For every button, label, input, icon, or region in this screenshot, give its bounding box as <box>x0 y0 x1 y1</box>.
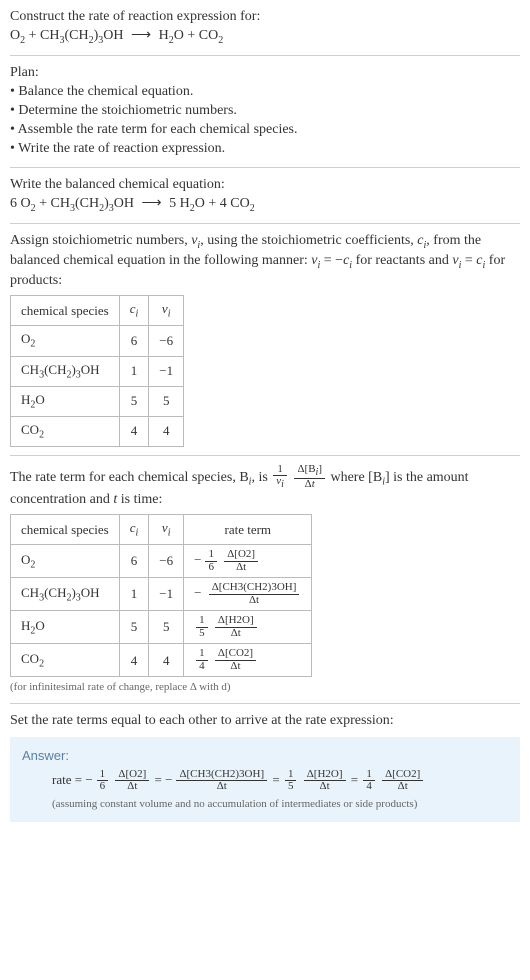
reaction-arrow: ⟶ <box>131 28 151 43</box>
balanced-section: Write the balanced chemical equation: 6 … <box>10 176 520 215</box>
frac-dBi-dt: Δ[Bi]Δt <box>294 464 325 491</box>
cell-species: CO2 <box>11 416 120 446</box>
frac-one-over-nu: 1νi <box>273 464 287 491</box>
cell-c: 1 <box>119 356 149 386</box>
table-row: CO2 4 4 14 Δ[CO2]Δt <box>11 644 312 677</box>
cell-nu: −1 <box>149 578 184 611</box>
plan-bullet-1: • Balance the chemical equation. <box>10 83 520 102</box>
cell-species: H2O <box>11 611 120 644</box>
final-line: Set the rate terms equal to each other t… <box>10 712 520 731</box>
reaction-arrow: ⟶ <box>142 196 162 211</box>
table-row: O2 6 −6 −16 Δ[O2]Δt <box>11 545 312 578</box>
table-row: H2O 5 5 <box>11 386 184 416</box>
stoich-intro: Assign stoichiometric numbers, νi, using… <box>10 232 520 291</box>
cell-nu: −1 <box>149 356 184 386</box>
cell-rate-term: − Δ[CH3(CH2)3OH]Δt <box>184 578 312 611</box>
col-rate-term: rate term <box>184 514 312 544</box>
cell-c: 4 <box>119 416 149 446</box>
table-row: CH3(CH2)3OH 1 −1 <box>11 356 184 386</box>
plan-bullet-2: • Determine the stoichiometric numbers. <box>10 102 520 121</box>
table-row: O2 6 −6 <box>11 326 184 356</box>
stoich-section: Assign stoichiometric numbers, νi, using… <box>10 232 520 447</box>
col-species: chemical species <box>11 514 120 544</box>
plan-bullet-4: • Write the rate of reaction expression. <box>10 140 520 159</box>
cell-nu: 4 <box>149 644 184 677</box>
divider <box>10 455 520 456</box>
answer-box: Answer: rate = −16 Δ[O2]Δt = −Δ[CH3(CH2)… <box>10 737 520 821</box>
species-H2O: H2O <box>180 196 205 211</box>
plan-section: Plan: • Balance the chemical equation. •… <box>10 64 520 158</box>
species-CO2: CO2 <box>199 28 223 43</box>
cell-c: 5 <box>119 611 149 644</box>
col-nui: νi <box>149 296 184 326</box>
cell-rate-term: −16 Δ[O2]Δt <box>184 545 312 578</box>
cell-species: CH3(CH2)3OH <box>11 578 120 611</box>
plan-bullet-3: • Assemble the rate term for each chemic… <box>10 121 520 140</box>
prompt-line1: Construct the rate of reaction expressio… <box>10 8 520 27</box>
col-species: chemical species <box>11 296 120 326</box>
stoich-table: chemical species ci νi O2 6 −6 CH3(CH2)3… <box>10 295 184 446</box>
col-ci: ci <box>119 296 149 326</box>
answer-expression: rate = −16 Δ[O2]Δt = −Δ[CH3(CH2)3OH]Δt =… <box>22 769 508 793</box>
rate-term-intro: The rate term for each chemical species,… <box>10 464 520 510</box>
cell-nu: 5 <box>149 611 184 644</box>
cell-species: H2O <box>11 386 120 416</box>
table-header-row: chemical species ci νi <box>11 296 184 326</box>
rate-footnote: (for infinitesimal rate of change, repla… <box>10 680 520 695</box>
plan-title: Plan: <box>10 64 520 83</box>
table-row: CH3(CH2)3OH 1 −1 − Δ[CH3(CH2)3OH]Δt <box>11 578 312 611</box>
cell-c: 5 <box>119 386 149 416</box>
answer-label: Answer: <box>22 747 508 765</box>
balanced-equation: 6 O2 + CH3(CH2)3OH ⟶ 5 H2O + 4 CO2 <box>10 195 520 215</box>
divider <box>10 55 520 56</box>
table-header-row: chemical species ci νi rate term <box>11 514 312 544</box>
cell-species: O2 <box>11 326 120 356</box>
divider <box>10 167 520 168</box>
prompt-section: Construct the rate of reaction expressio… <box>10 8 520 47</box>
col-ci: ci <box>119 514 149 544</box>
species-O2: O2 <box>10 28 25 43</box>
col-nui: νi <box>149 514 184 544</box>
cell-nu: 5 <box>149 386 184 416</box>
divider <box>10 223 520 224</box>
rate-term-table: chemical species ci νi rate term O2 6 −6… <box>10 514 312 677</box>
species-CO2: CO2 <box>230 196 254 211</box>
cell-species: CO2 <box>11 644 120 677</box>
cell-c: 1 <box>119 578 149 611</box>
answer-assumption: (assuming constant volume and no accumul… <box>22 797 508 812</box>
species-H2O: H2O <box>159 28 184 43</box>
cell-nu: 4 <box>149 416 184 446</box>
cell-nu: −6 <box>149 326 184 356</box>
divider <box>10 703 520 704</box>
cell-species: O2 <box>11 545 120 578</box>
cell-rate-term: 14 Δ[CO2]Δt <box>184 644 312 677</box>
balanced-title: Write the balanced chemical equation: <box>10 176 520 195</box>
rate-term-section: The rate term for each chemical species,… <box>10 464 520 695</box>
cell-rate-term: 15 Δ[H2O]Δt <box>184 611 312 644</box>
cell-c: 6 <box>119 545 149 578</box>
cell-nu: −6 <box>149 545 184 578</box>
cell-c: 4 <box>119 644 149 677</box>
unbalanced-equation: O2 + CH3(CH2)3OH ⟶ H2O + CO2 <box>10 27 520 47</box>
species-butanol: CH3(CH2)3OH <box>51 196 134 211</box>
species-butanol: CH3(CH2)3OH <box>40 28 127 43</box>
cell-c: 6 <box>119 326 149 356</box>
table-row: CO2 4 4 <box>11 416 184 446</box>
table-row: H2O 5 5 15 Δ[H2O]Δt <box>11 611 312 644</box>
cell-species: CH3(CH2)3OH <box>11 356 120 386</box>
species-O2: O2 <box>21 196 36 211</box>
